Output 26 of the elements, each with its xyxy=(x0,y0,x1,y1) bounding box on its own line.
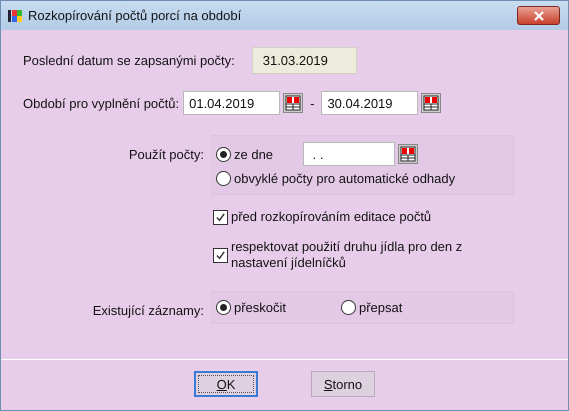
date-field[interactable]: . . xyxy=(303,142,396,166)
ok-button[interactable]: OK xyxy=(194,371,258,397)
date-field: 31.03.2019 xyxy=(252,47,357,74)
calendar-icon[interactable] xyxy=(283,93,304,113)
field-label: Období pro vyplnění počtů: xyxy=(23,96,180,110)
radio-button[interactable]: přeskočit xyxy=(216,300,341,315)
checkbox[interactable]: respektovat použití druhu jídla pro den z nastavení jídelníčků xyxy=(213,239,475,271)
cancel-button[interactable]: Storno xyxy=(311,371,375,397)
close-button[interactable] xyxy=(517,6,560,25)
check-mark-icon xyxy=(215,250,226,260)
radio-button[interactable]: obvyklé počty pro automatické odhady xyxy=(216,170,456,186)
calendar-icon[interactable] xyxy=(421,93,442,113)
field-label: Poslední datum se zapsanými počty: xyxy=(23,53,235,68)
checkbox[interactable]: před rozkopírováním editace počtů xyxy=(213,209,475,225)
check-mark-icon xyxy=(215,212,226,222)
field-label: Použít počty: xyxy=(128,147,204,162)
radio-button[interactable]: přepsat xyxy=(341,300,466,315)
window-title: Rozkopírování počtů porcí na období xyxy=(28,8,242,23)
date-field[interactable]: 01.04.2019 xyxy=(183,91,280,115)
close-icon xyxy=(534,10,544,20)
date-field[interactable]: 30.04.2019 xyxy=(321,91,418,115)
range-separator: - xyxy=(310,96,314,110)
app-icon xyxy=(7,8,23,24)
field-label: Existující záznamy: xyxy=(92,303,204,318)
calendar-icon[interactable] xyxy=(398,144,418,164)
radio-button[interactable]: ze dne xyxy=(216,146,274,162)
